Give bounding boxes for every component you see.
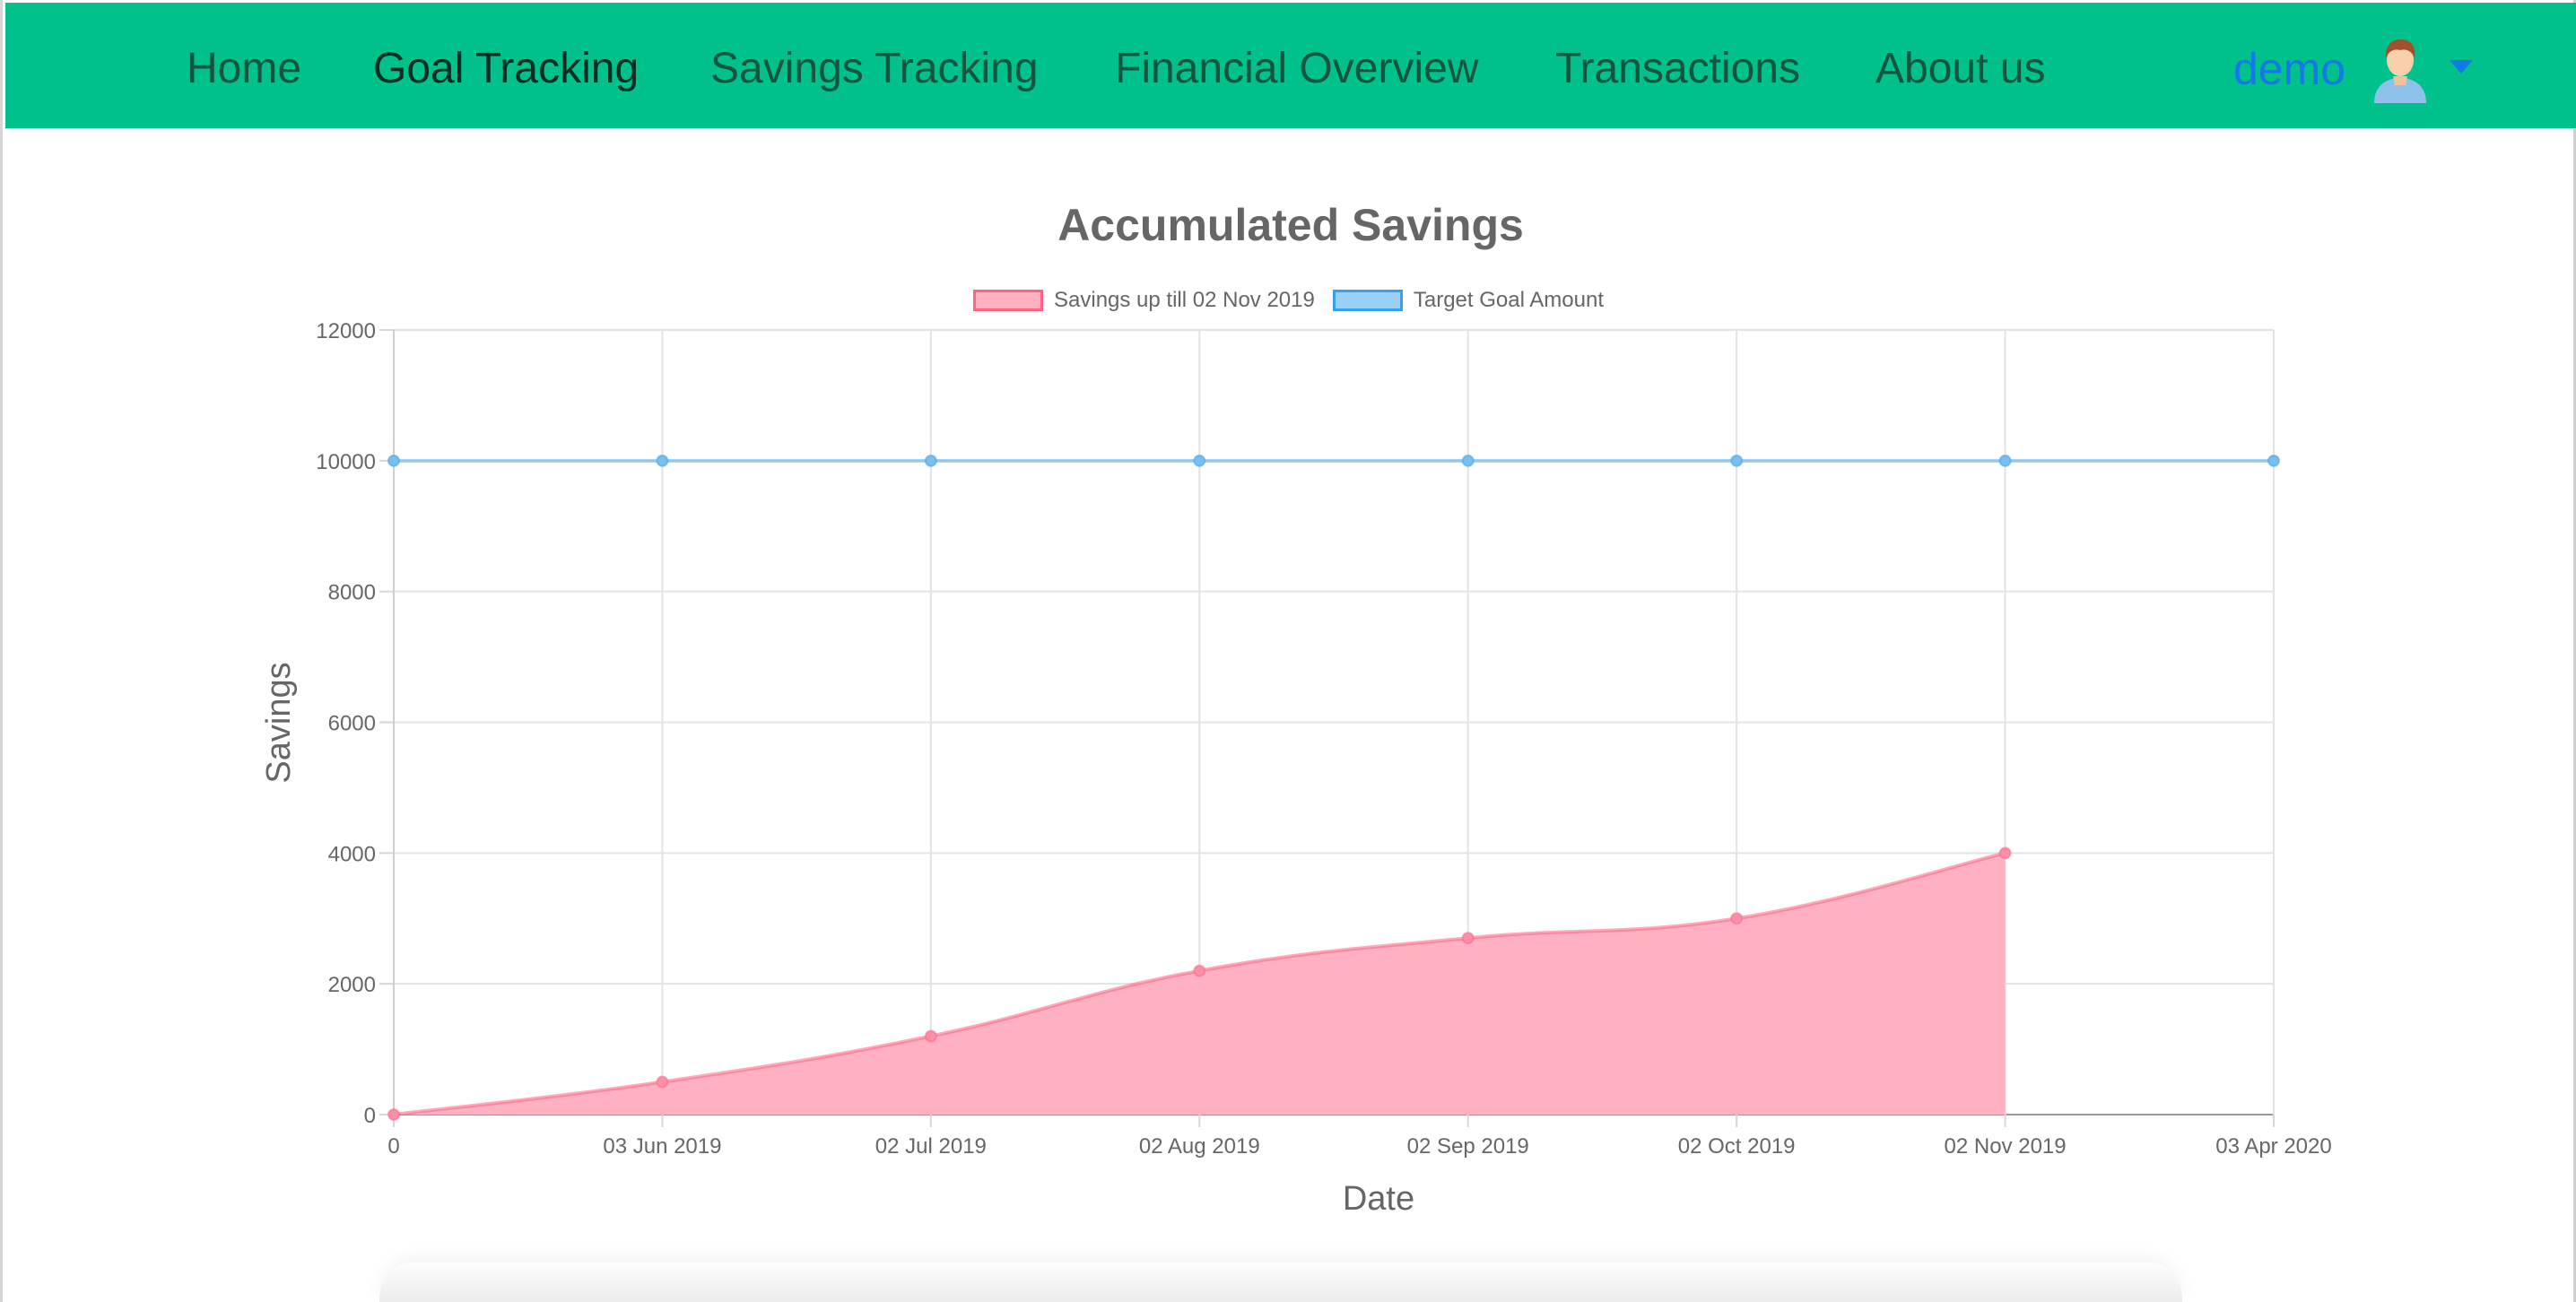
data-point-target — [1730, 454, 1744, 467]
data-point-savings — [387, 1108, 400, 1121]
data-point-target — [1461, 454, 1475, 467]
data-point-target — [656, 454, 669, 467]
x-tick-label: 03 Apr 2020 — [2215, 1134, 2331, 1159]
y-tick-label: 8000 — [328, 581, 376, 605]
x-tick-label: 02 Nov 2019 — [1945, 1134, 2067, 1159]
x-tick-label: 02 Jul 2019 — [875, 1134, 987, 1159]
y-tick-label: 12000 — [316, 319, 376, 343]
y-tick-label: 10000 — [316, 450, 376, 474]
app-window: Home Goal Tracking Savings Tracking Fina… — [0, 0, 2576, 1302]
savings-chart: 0 2000 4000 6000 8000 10000 12000 0 03 Jun 2019 0… — [260, 319, 2332, 1218]
data-point-target — [1193, 454, 1206, 467]
data-point-target — [924, 454, 937, 467]
x-tick-label: 02 Sep 2019 — [1407, 1134, 1529, 1159]
x-axis-title: Date — [1343, 1180, 1414, 1218]
data-point-savings — [1193, 964, 1206, 977]
y-tick-label: 4000 — [328, 842, 376, 866]
y-axis-title: Savings — [260, 662, 298, 783]
data-point-target — [1998, 454, 2012, 467]
x-tick-label: 03 Jun 2019 — [603, 1134, 721, 1159]
data-point-target — [387, 454, 400, 467]
x-tick-label: 02 Oct 2019 — [1678, 1134, 1796, 1159]
y-tick-label: 0 — [364, 1104, 376, 1128]
y-tick-label: 6000 — [328, 712, 376, 736]
data-point-savings — [1461, 932, 1475, 945]
data-point-savings — [1998, 846, 2012, 860]
data-point-target — [2267, 454, 2280, 467]
card-shadow — [379, 1263, 2182, 1302]
data-point-savings — [924, 1029, 937, 1043]
data-point-savings — [1730, 912, 1744, 925]
y-tick-label: 2000 — [328, 973, 376, 997]
x-tick-label: 02 Aug 2019 — [1139, 1134, 1260, 1159]
x-tick-label: 0 — [387, 1134, 399, 1159]
data-point-savings — [656, 1075, 669, 1089]
